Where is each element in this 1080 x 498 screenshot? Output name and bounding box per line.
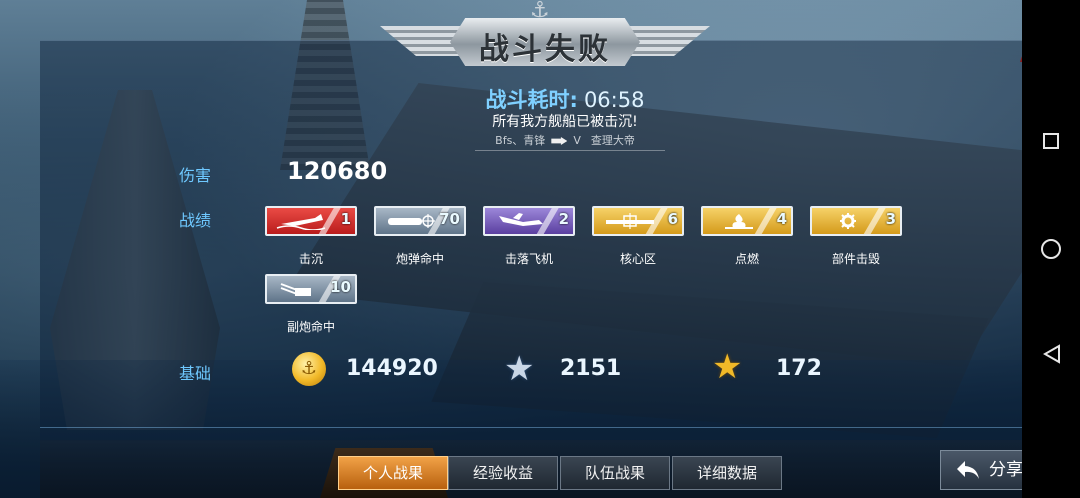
record-label: 战绩 xyxy=(179,211,212,230)
battle-message: 所有我方舰船已被击沉! xyxy=(492,114,638,130)
medal-label: 核心区 xyxy=(619,252,656,266)
medal-fire[interactable]: 4 xyxy=(701,206,793,236)
sunk-by-line: Bfs、青锋 V 查理大帝 xyxy=(440,132,690,148)
home-icon[interactable] xyxy=(1041,239,1061,259)
sunk-by-middle: V xyxy=(573,134,581,147)
coin-icon: ⚓ xyxy=(292,352,326,386)
duration-value: 06:58 xyxy=(583,88,645,112)
battle-duration: 战斗耗时: 06:58 xyxy=(440,84,690,114)
recent-apps-icon[interactable] xyxy=(1043,133,1059,149)
sunk-victim: 查理大帝 xyxy=(590,134,635,147)
silver-star-value: 2151 xyxy=(560,356,622,381)
medal-count: 1 xyxy=(340,210,351,228)
medal-sink[interactable]: 1 xyxy=(265,206,357,236)
medal-label: 击落飞机 xyxy=(504,252,553,266)
sunk-by-attackers: Bfs、青锋 xyxy=(495,134,546,147)
medal-count: 4 xyxy=(776,210,787,228)
arrow-icon xyxy=(551,137,568,145)
medal-count: 3 xyxy=(885,210,896,228)
tab-detail-data[interactable]: 详细数据 xyxy=(672,456,782,490)
result-banner: ⚓ 战斗失败 xyxy=(380,0,710,74)
tab-personal-result[interactable]: 个人战果 xyxy=(338,456,448,490)
medal-label: 副炮命中 xyxy=(286,320,335,334)
silver-star-icon: ★ xyxy=(504,349,535,389)
share-icon xyxy=(957,461,979,479)
damage-value: 120680 xyxy=(287,157,388,185)
medal-label: 部件击毁 xyxy=(831,252,880,266)
tab-team-result[interactable]: 队伍战果 xyxy=(560,456,670,490)
medal-module-destroyed[interactable]: 3 xyxy=(810,206,902,236)
medal-count: 2 xyxy=(558,210,569,228)
medal-count: 70 xyxy=(439,210,460,228)
medal-label: 击沉 xyxy=(298,252,323,266)
divider xyxy=(40,427,1022,428)
base-label: 基础 xyxy=(179,364,212,383)
medal-plane-down[interactable]: 2 xyxy=(483,206,575,236)
share-label: 分享 xyxy=(989,460,1023,480)
page-title: 战斗失败 xyxy=(479,32,611,67)
divider xyxy=(475,150,665,151)
back-icon[interactable] xyxy=(1043,344,1061,364)
gold-star-value: 172 xyxy=(776,356,822,381)
medal-label: 点燃 xyxy=(734,252,759,266)
damage-label: 伤害 xyxy=(179,166,212,185)
anchor-icon: ⚓ xyxy=(530,0,550,23)
duration-label: 战斗耗时: xyxy=(485,88,578,112)
tab-experience[interactable]: 经验收益 xyxy=(448,456,558,490)
medal-label: 炮弹命中 xyxy=(395,252,444,266)
gold-star-icon: ★ xyxy=(712,347,743,387)
coin-value: 144920 xyxy=(346,356,438,381)
medal-count: 10 xyxy=(330,278,351,296)
medal-secondary-hit[interactable]: 10 xyxy=(265,274,357,304)
medal-citadel[interactable]: 6 xyxy=(592,206,684,236)
medal-count: 6 xyxy=(667,210,678,228)
medal-shell-hit[interactable]: 70 xyxy=(374,206,466,236)
